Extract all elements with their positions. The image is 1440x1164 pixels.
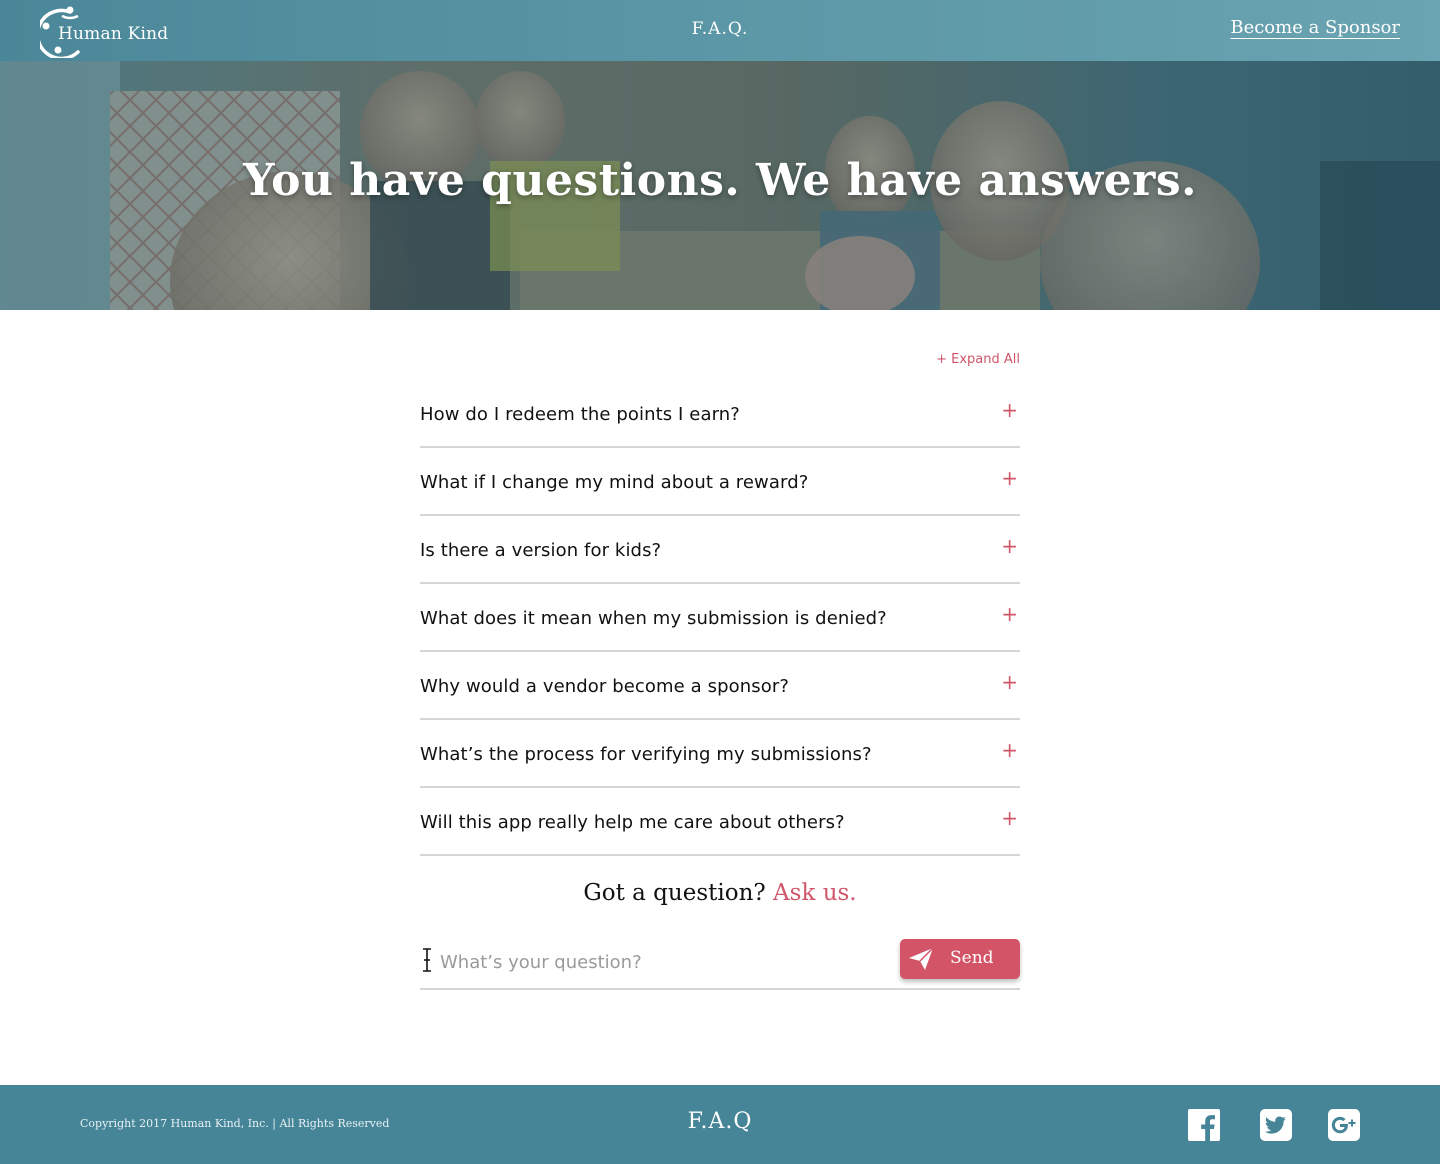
- expand-all-button[interactable]: + Expand All: [936, 352, 1020, 367]
- ask-form: Send: [420, 934, 1020, 990]
- faq-item[interactable]: What does it mean when my submission is …: [420, 584, 1020, 652]
- faq-question: Will this app really help me care about …: [420, 812, 845, 833]
- faq-question: What’s the process for verifying my subm…: [420, 744, 872, 765]
- faq-question: Is there a version for kids?: [420, 540, 662, 561]
- paper-plane-icon: [909, 947, 934, 970]
- facebook-icon[interactable]: [1188, 1109, 1220, 1141]
- hero-banner: You have questions. We have answers.: [0, 61, 1440, 310]
- expand-plus-icon[interactable]: +: [1001, 466, 1018, 490]
- faq-item[interactable]: What if I change my mind about a reward?…: [420, 448, 1020, 516]
- expand-plus-icon[interactable]: +: [1001, 806, 1018, 830]
- footer-faq-link[interactable]: F.A.Q: [620, 1109, 820, 1134]
- faq-question: What does it mean when my submission is …: [420, 608, 887, 629]
- faq-item[interactable]: Is there a version for kids? +: [420, 516, 1020, 584]
- faq-question: Why would a vendor become a sponsor?: [420, 676, 789, 697]
- expand-plus-icon[interactable]: +: [1001, 602, 1018, 626]
- logo-text: Human Kind: [58, 24, 169, 44]
- send-label: Send: [950, 948, 994, 968]
- send-button[interactable]: Send: [900, 939, 1020, 979]
- expand-plus-icon[interactable]: +: [1001, 534, 1018, 558]
- faq-item[interactable]: Why would a vendor become a sponsor? +: [420, 652, 1020, 720]
- expand-plus-icon[interactable]: +: [1001, 398, 1018, 422]
- expand-plus-icon[interactable]: +: [1001, 670, 1018, 694]
- logo[interactable]: Human Kind: [40, 4, 170, 58]
- become-sponsor-link[interactable]: Become a Sponsor: [1230, 17, 1400, 38]
- twitter-icon[interactable]: [1260, 1109, 1292, 1141]
- faq-item[interactable]: What’s the process for verifying my subm…: [420, 720, 1020, 788]
- expand-plus-icon[interactable]: +: [1001, 738, 1018, 762]
- ask-heading: Got a question? Ask us.: [0, 880, 1440, 906]
- hero-title: You have questions. We have answers.: [243, 155, 1197, 206]
- google-plus-icon[interactable]: [1328, 1109, 1360, 1141]
- faq-item[interactable]: How do I redeem the points I earn? +: [420, 380, 1020, 448]
- copyright-text: Copyright 2017 Human Kind, Inc. | All Ri…: [80, 1117, 390, 1130]
- site-footer: Copyright 2017 Human Kind, Inc. | All Ri…: [0, 1085, 1440, 1164]
- site-header: Human Kind F.A.Q. Become a Sponsor: [0, 0, 1440, 61]
- faq-item[interactable]: Will this app really help me care about …: [420, 788, 1020, 856]
- faq-question: What if I change my mind about a reward?: [420, 472, 809, 493]
- question-input[interactable]: [440, 942, 900, 982]
- ask-heading-prefix: Got a question?: [583, 880, 766, 906]
- ask-heading-accent: Ask us.: [773, 880, 857, 906]
- faq-question: How do I redeem the points I earn?: [420, 404, 740, 425]
- nav-faq[interactable]: F.A.Q.: [620, 19, 820, 39]
- text-cursor-icon: [423, 948, 431, 972]
